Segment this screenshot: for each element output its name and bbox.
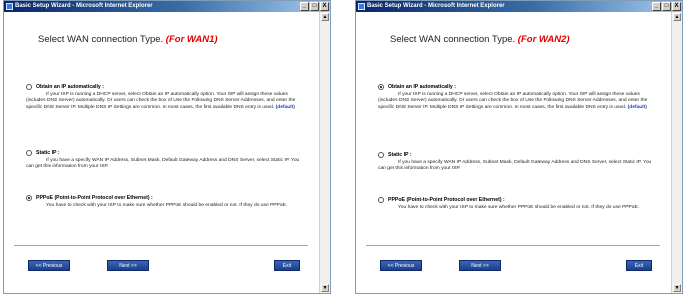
window-title: Basic Setup Wizard - Microsoft Internet … <box>15 3 153 9</box>
radio-static-ip[interactable] <box>26 150 32 156</box>
title-bar: Basic Setup Wizard - Microsoft Internet … <box>356 1 682 12</box>
option-description: If your ISP is running a DHCP server, se… <box>378 92 658 111</box>
description-text: If your ISP is running a DHCP server, se… <box>26 92 296 110</box>
previous-button[interactable]: << Previous <box>28 260 70 271</box>
wizard-window-wan1: Basic Setup Wizard - Microsoft Internet … <box>3 0 331 294</box>
wizard-window-wan2: Basic Setup Wizard - Microsoft Internet … <box>355 0 683 294</box>
exit-button[interactable]: Exit <box>626 260 652 271</box>
radio-pppoe[interactable] <box>26 195 32 201</box>
vertical-scrollbar[interactable]: ▲ ▼ <box>319 12 330 293</box>
next-button[interactable]: Next >> <box>107 260 149 271</box>
scroll-down-icon[interactable]: ▼ <box>673 284 681 292</box>
window-title: Basic Setup Wizard - Microsoft Internet … <box>367 3 505 9</box>
option-label: PPPoE (Point-to-Point Protocol over Ethe… <box>36 195 153 201</box>
page-content: Select WAN connection Type. (For WAN2) O… <box>356 12 672 293</box>
default-link[interactable]: (default) <box>628 105 647 110</box>
scroll-up-icon[interactable]: ▲ <box>321 13 329 21</box>
maximize-button[interactable]: □ <box>662 2 671 11</box>
ie-icon <box>6 3 13 10</box>
close-button[interactable]: X <box>320 2 329 11</box>
option-description: If you have a specify WAN IP Address, Su… <box>26 158 300 170</box>
previous-button[interactable]: << Previous <box>380 260 422 271</box>
option-description: If you have a specify WAN IP Address, Su… <box>378 160 652 172</box>
maximize-button[interactable]: □ <box>310 2 319 11</box>
window-controls: _ □ X <box>652 2 681 11</box>
minimize-button[interactable]: _ <box>652 2 661 11</box>
page-title: Select WAN connection Type. (For WAN1) <box>38 34 218 45</box>
divider <box>14 245 308 246</box>
option-description: You have to check with your ISP to make … <box>398 205 640 210</box>
page-title: Select WAN connection Type. (For WAN2) <box>390 34 570 45</box>
default-link[interactable]: (default) <box>276 105 295 110</box>
minimize-button[interactable]: _ <box>300 2 309 11</box>
option-static-ip: Static IP : If you have a specify WAN IP… <box>26 150 306 171</box>
option-description: If your ISP is running a DHCP server, se… <box>26 92 306 111</box>
next-button[interactable]: Next >> <box>459 260 501 271</box>
wan-label: (For WAN1) <box>165 34 218 45</box>
exit-button[interactable]: Exit <box>274 260 300 271</box>
heading-text: Select WAN connection Type. <box>38 34 164 45</box>
wan-label: (For WAN2) <box>517 34 570 45</box>
radio-static-ip[interactable] <box>378 152 384 158</box>
description-text: If your ISP is running a DHCP server, se… <box>378 92 648 110</box>
page-content: Select WAN connection Type. (For WAN1) O… <box>4 12 320 293</box>
heading-text: Select WAN connection Type. <box>390 34 516 45</box>
radio-obtain-ip[interactable] <box>26 84 32 90</box>
vertical-scrollbar[interactable]: ▲ ▼ <box>671 12 682 293</box>
scroll-up-icon[interactable]: ▲ <box>673 13 681 21</box>
option-description: You have to check with your ISP to make … <box>46 203 288 208</box>
radio-pppoe[interactable] <box>378 197 384 203</box>
close-button[interactable]: X <box>672 2 681 11</box>
window-controls: _ □ X <box>300 2 329 11</box>
option-obtain-ip: Obtain an IP automatically : If your ISP… <box>26 84 306 111</box>
option-obtain-ip: Obtain an IP automatically : If your ISP… <box>378 84 658 111</box>
option-label: Static IP : <box>388 152 412 158</box>
divider <box>366 245 660 246</box>
title-bar: Basic Setup Wizard - Microsoft Internet … <box>4 1 330 12</box>
option-pppoe: PPPoE (Point-to-Point Protocol over Ethe… <box>378 197 658 211</box>
option-pppoe: PPPoE (Point-to-Point Protocol over Ethe… <box>26 195 306 209</box>
option-static-ip: Static IP : If you have a specify WAN IP… <box>378 152 658 173</box>
option-label: Obtain an IP automatically : <box>36 84 104 90</box>
scroll-down-icon[interactable]: ▼ <box>321 284 329 292</box>
option-label: PPPoE (Point-to-Point Protocol over Ethe… <box>388 197 505 203</box>
radio-obtain-ip[interactable] <box>378 84 384 90</box>
option-label: Static IP : <box>36 150 60 156</box>
ie-icon <box>358 3 365 10</box>
option-label: Obtain an IP automatically : <box>388 84 456 90</box>
